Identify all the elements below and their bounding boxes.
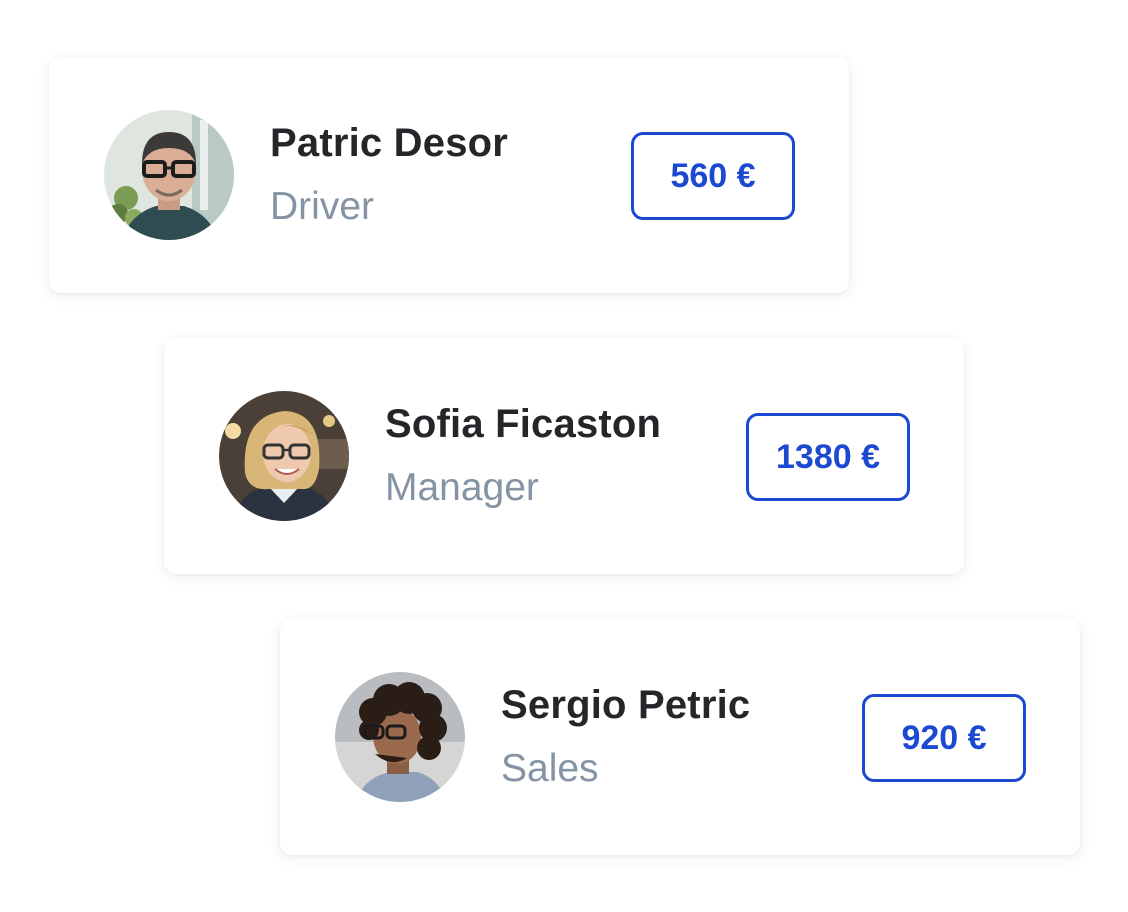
employee-name: Sergio Petric bbox=[501, 683, 751, 727]
employee-role: Driver bbox=[270, 185, 374, 228]
amount-badge[interactable]: 920 € bbox=[862, 694, 1026, 782]
man-curly-hair-portrait-icon bbox=[335, 672, 465, 802]
man-glasses-portrait-icon bbox=[104, 110, 234, 240]
avatar bbox=[219, 391, 349, 521]
avatar bbox=[104, 110, 234, 240]
employee-name: Patric Desor bbox=[270, 121, 509, 165]
employee-card[interactable]: Sergio Petric Sales 920 € bbox=[280, 619, 1080, 855]
woman-glasses-portrait-icon bbox=[219, 391, 349, 521]
employee-card[interactable]: Patric Desor Driver 560 € bbox=[49, 57, 849, 293]
amount-badge[interactable]: 560 € bbox=[631, 132, 795, 220]
employee-card[interactable]: Sofia Ficaston Manager 1380 € bbox=[164, 338, 964, 574]
employee-role: Manager bbox=[385, 466, 539, 509]
employee-name: Sofia Ficaston bbox=[385, 402, 662, 446]
avatar bbox=[335, 672, 465, 802]
amount-badge[interactable]: 1380 € bbox=[746, 413, 910, 501]
employee-role: Sales bbox=[501, 747, 599, 790]
